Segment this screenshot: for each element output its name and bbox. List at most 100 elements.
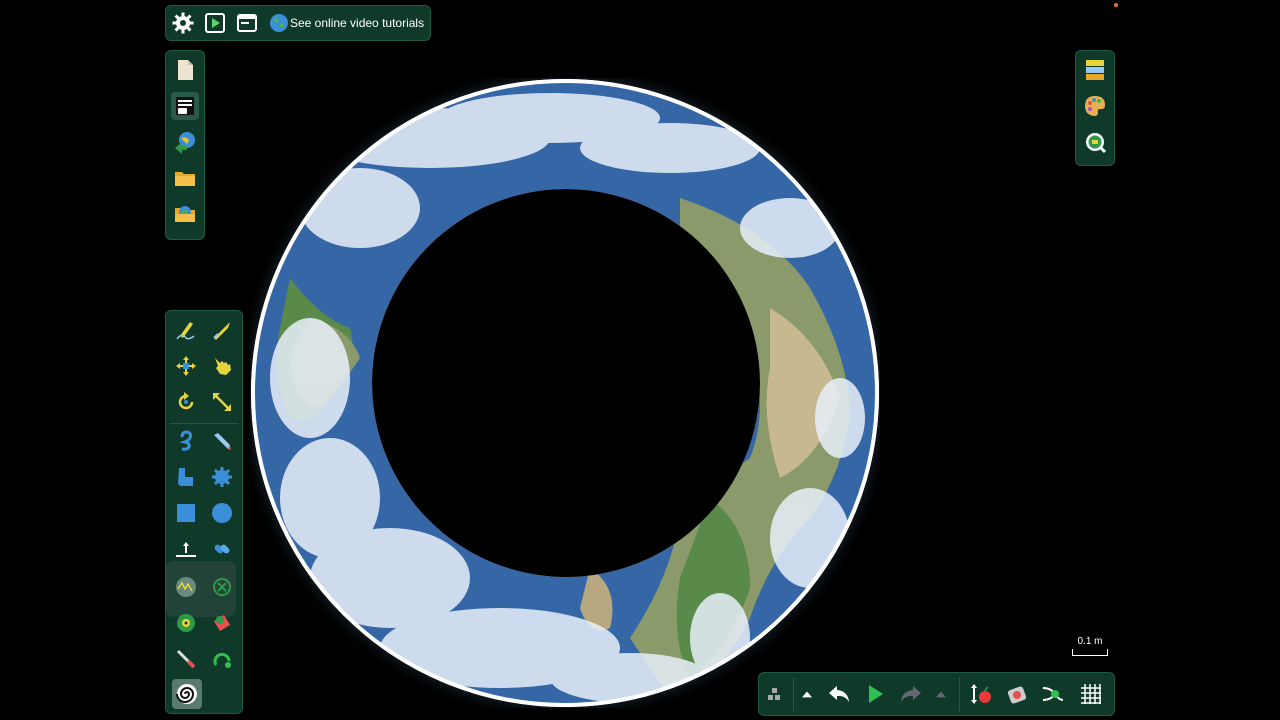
- grid-toggle-button[interactable]: [1077, 680, 1105, 708]
- spiral-texture-icon: [176, 684, 197, 704]
- gravity-apple-icon: [971, 684, 991, 704]
- box-tool[interactable]: [172, 499, 200, 527]
- chisel-tool[interactable]: [208, 427, 236, 455]
- grid-layout-button[interactable]: [761, 680, 789, 708]
- laser-pen-icon: [176, 649, 196, 669]
- play-scene-icon: [205, 13, 225, 33]
- air-friction-icon: [1007, 686, 1027, 704]
- plane-tool[interactable]: [172, 535, 200, 563]
- air-friction-button[interactable]: [1003, 680, 1031, 708]
- sketch-tool[interactable]: [172, 316, 200, 344]
- dots-grid-icon: [768, 688, 780, 700]
- redo-button[interactable]: [897, 680, 925, 708]
- scale-bar: [1072, 649, 1108, 656]
- scale-arrows-icon: [213, 393, 231, 411]
- grid-icon: [1081, 684, 1101, 704]
- play-icon: [869, 685, 883, 703]
- tracer-icon: [213, 652, 231, 668]
- examples-folder-icon: [175, 206, 195, 222]
- undo-arrow-icon: [829, 686, 849, 702]
- scale-indicator: 0.1 m: [1072, 636, 1108, 656]
- polygon-tool[interactable]: [172, 463, 200, 491]
- earth-ring-object[interactable]: [235, 63, 895, 720]
- box-shape-icon: [177, 504, 195, 522]
- scene-properties-button[interactable]: [171, 92, 199, 120]
- zoom-to-scene-button[interactable]: [1081, 128, 1109, 156]
- thruster-icon: [214, 615, 230, 631]
- rotate-icon: [178, 392, 194, 410]
- scale-label: 0.1 m: [1077, 636, 1103, 647]
- palette-button[interactable]: [1081, 92, 1109, 120]
- move-arrows-icon: [176, 356, 196, 376]
- toolbar-divider: [170, 423, 238, 424]
- spring-icon: [179, 430, 193, 451]
- globe-icon: [270, 14, 288, 32]
- gear-icon: [172, 12, 194, 34]
- redo-arrow-icon: [901, 686, 921, 702]
- gear-shape-icon: [212, 467, 232, 487]
- hand-pointer-icon: [215, 358, 231, 375]
- paint-palette-icon: [1085, 96, 1105, 116]
- spring-tool[interactable]: [172, 427, 200, 455]
- window-icon: [237, 14, 257, 32]
- top-toolbar: See online video tutorials: [165, 5, 431, 41]
- open-examples-button[interactable]: [171, 200, 199, 228]
- axle-tool[interactable]: [172, 609, 200, 637]
- move-tool[interactable]: [172, 352, 200, 380]
- play-button[interactable]: [861, 680, 889, 708]
- chain-icon: [214, 544, 230, 554]
- open-folder-button[interactable]: [171, 164, 199, 192]
- layers-button[interactable]: [1081, 56, 1109, 84]
- axle-icon: [177, 614, 195, 632]
- import-background-button[interactable]: [171, 128, 199, 156]
- tutorials-globe[interactable]: [265, 9, 293, 37]
- circle-tool[interactable]: [208, 499, 236, 527]
- chisel-icon: [214, 433, 231, 450]
- polygon-shape-icon: [178, 468, 193, 486]
- fixate-icon: [176, 577, 196, 597]
- laser-tool[interactable]: [172, 645, 200, 673]
- file-toolbar: [165, 50, 205, 240]
- undo-menu-button[interactable]: [797, 680, 817, 708]
- caret-up-icon: [802, 691, 812, 698]
- tutorials-link[interactable]: See online video tutorials: [290, 16, 424, 30]
- gear-shape-tool[interactable]: [208, 463, 236, 491]
- thruster-tool[interactable]: [208, 609, 236, 637]
- knife-tool[interactable]: [208, 316, 236, 344]
- circle-shape-icon: [212, 503, 232, 523]
- layers-icon: [1086, 60, 1104, 80]
- fixate-tool[interactable]: [172, 573, 200, 601]
- simulation-toolbar: [758, 672, 1115, 716]
- bar-divider: [793, 677, 794, 711]
- texture-tool[interactable]: [172, 679, 202, 709]
- scale-tool[interactable]: [208, 388, 236, 416]
- drag-tool[interactable]: [208, 352, 236, 380]
- play-scene-button[interactable]: [201, 9, 229, 37]
- plane-icon: [176, 542, 196, 557]
- new-document-icon: [178, 60, 193, 80]
- import-background-icon: [175, 132, 195, 154]
- status-dot: [1114, 3, 1118, 7]
- caret-up-icon: [936, 691, 946, 698]
- hinge-icon: [213, 578, 231, 596]
- hinge-tool[interactable]: [208, 573, 236, 601]
- chain-tool[interactable]: [208, 535, 236, 563]
- controller-button[interactable]: [1039, 680, 1067, 708]
- zoom-magnifier-icon: [1086, 133, 1107, 154]
- redo-menu-button[interactable]: [931, 680, 951, 708]
- tool-palette: [165, 310, 243, 714]
- scene-properties-icon: [176, 97, 194, 115]
- knife-icon: [213, 322, 230, 340]
- rotate-tool[interactable]: [172, 388, 200, 416]
- window-button[interactable]: [233, 9, 261, 37]
- pencil-sketch-icon: [176, 322, 195, 340]
- view-toolbar: [1075, 50, 1115, 166]
- folder-icon: [175, 172, 195, 186]
- gravity-button[interactable]: [967, 680, 995, 708]
- controller-switch-icon: [1042, 687, 1064, 701]
- undo-button[interactable]: [825, 680, 853, 708]
- tracer-tool[interactable]: [208, 645, 236, 673]
- bar-divider: [959, 677, 960, 711]
- new-scene-button[interactable]: [171, 56, 199, 84]
- settings-button[interactable]: [169, 9, 197, 37]
